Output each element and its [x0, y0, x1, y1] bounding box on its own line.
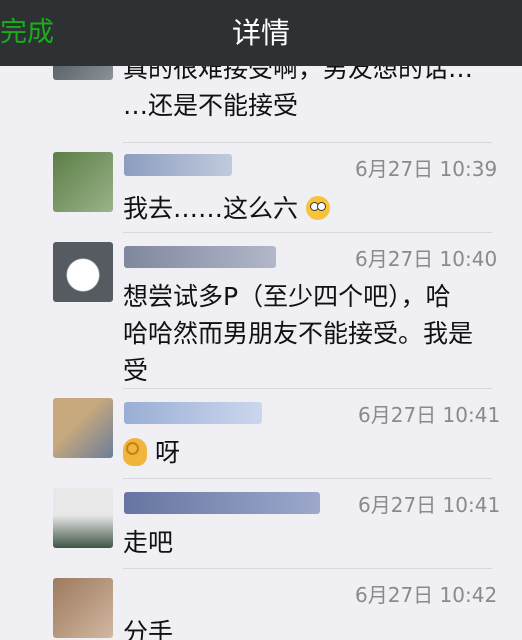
- list-item[interactable]: 6月27日 10:40 想尝试多P（至少四个吧），哈 哈哈然而男朋友不能接受。我…: [0, 232, 522, 388]
- timestamp: 6月27日 10:42: [355, 583, 498, 607]
- list-item[interactable]: 6月27日 10:42 分手: [0, 568, 522, 640]
- navigation-bar: 完成 详情: [0, 0, 522, 66]
- avatar[interactable]: [53, 578, 113, 638]
- timestamp: 6月27日 10:40: [355, 247, 498, 271]
- page-title: 详情: [231, 16, 290, 50]
- blurred-nickname: [124, 402, 262, 424]
- blurred-nickname: [124, 154, 232, 176]
- timestamp: 6月27日 10:41: [358, 403, 501, 427]
- list-item[interactable]: 真的很难接受啊，男友想的话… …还是不能接受: [0, 66, 522, 140]
- avatar[interactable]: [53, 488, 113, 548]
- avatar[interactable]: [53, 398, 113, 458]
- blurred-nickname: [124, 246, 276, 268]
- message-list[interactable]: 真的很难接受啊，男友想的话… …还是不能接受 6月27日 10:39 我去……这…: [0, 66, 522, 640]
- message-text: 分手: [123, 618, 174, 640]
- message-text: 我去……这么六: [123, 190, 492, 227]
- ok-hand-icon: [123, 438, 147, 466]
- avatar[interactable]: [53, 242, 113, 302]
- astonished-face-icon: [305, 196, 330, 220]
- message-text: 呀: [123, 434, 492, 471]
- list-item[interactable]: 6月27日 10:41 走吧: [0, 478, 522, 568]
- list-item[interactable]: 6月27日 10:39 我去……这么六: [0, 142, 522, 232]
- timestamp: 6月27日 10:39: [355, 157, 498, 181]
- message-text: 想尝试多P（至少四个吧），哈 哈哈然而男朋友不能接受。我是 受: [123, 282, 474, 385]
- list-item[interactable]: 6月27日 10:41 呀: [0, 388, 522, 478]
- message-text: 走吧: [123, 528, 174, 557]
- timestamp: 6月27日 10:41: [358, 493, 501, 517]
- message-text: 真的很难接受啊，男友想的话… …还是不能接受: [123, 66, 474, 120]
- avatar[interactable]: [53, 152, 113, 212]
- blurred-nickname: [124, 492, 320, 514]
- avatar[interactable]: [53, 66, 113, 80]
